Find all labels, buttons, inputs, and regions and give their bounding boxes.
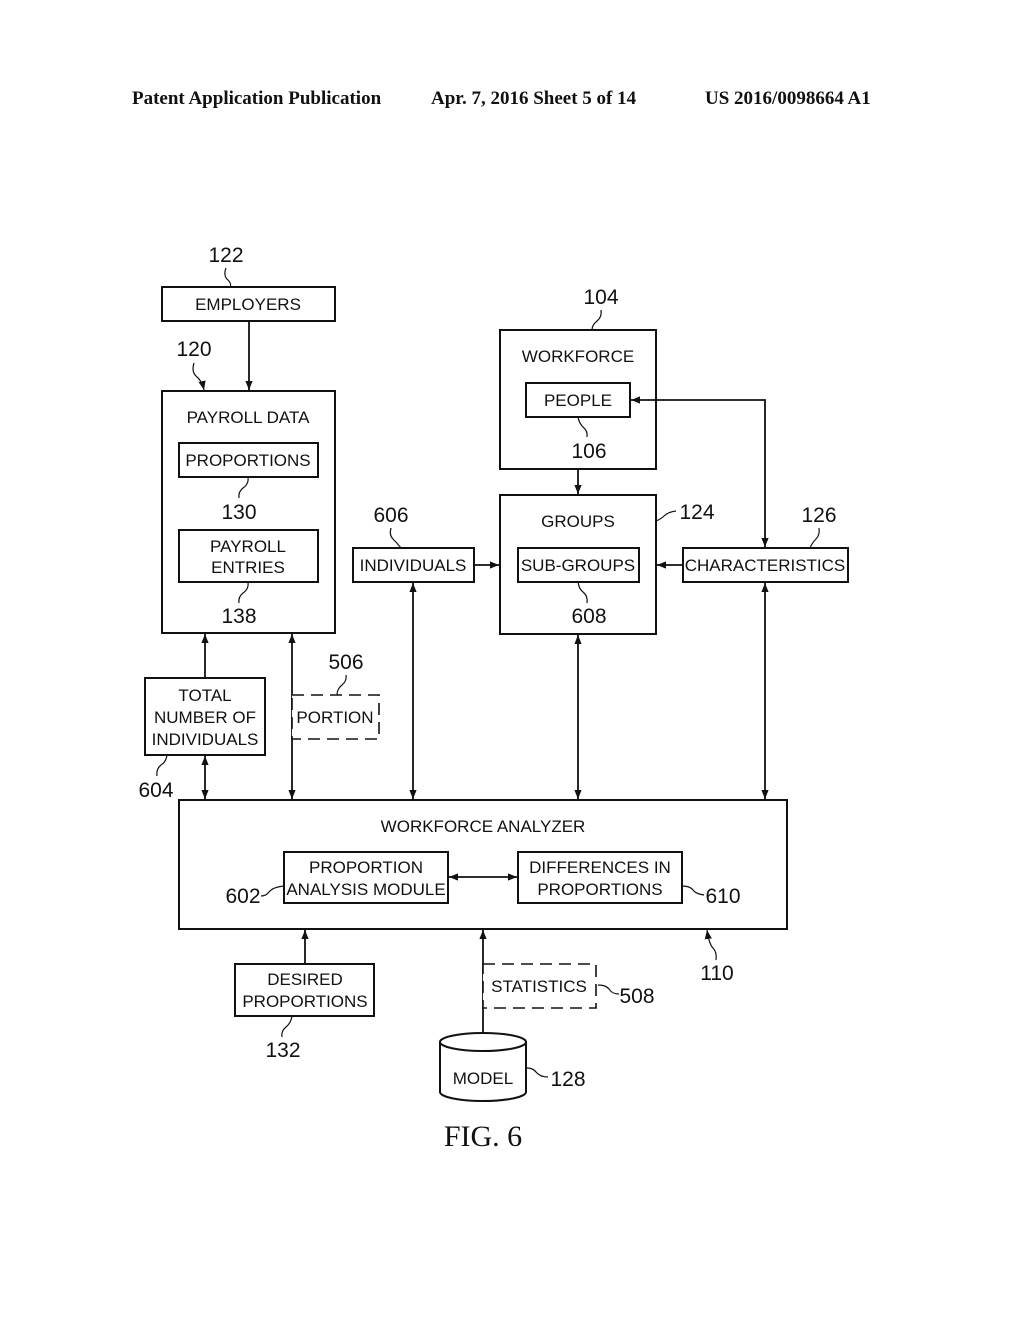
people-ref: 106 — [571, 440, 606, 463]
desired-proportions-label-2: PROPORTIONS — [242, 992, 367, 1011]
payroll-entries-label-1: PAYROLL — [210, 537, 286, 556]
differences-label-2: PROPORTIONS — [537, 880, 662, 899]
model-database: MODEL 128 — [439, 1032, 586, 1102]
workforce-analyzer-label: WORKFORCE ANALYZER — [381, 817, 586, 836]
proportion-analysis-ref: 602 — [225, 885, 260, 908]
differences-label-1: DIFFERENCES IN — [529, 858, 671, 877]
total-individuals-label-2: NUMBER OF — [154, 708, 256, 727]
statistics-ref: 508 — [619, 985, 654, 1008]
desired-proportions-block: DESIRED PROPORTIONS 132 — [234, 963, 375, 1062]
workforce-block: WORKFORCE 104 PEOPLE 106 — [499, 286, 657, 470]
payroll-entries-label-2: ENTRIES — [211, 558, 285, 577]
desired-proportions-label-1: DESIRED — [267, 970, 343, 989]
characteristics-label: CHARACTERISTICS — [685, 556, 846, 575]
workforce-analyzer-ref: 110 — [700, 962, 733, 985]
workforce-ref: 104 — [583, 286, 618, 309]
individuals-ref: 606 — [373, 504, 408, 527]
portion-block: PORTION 506 — [291, 651, 380, 740]
individuals-block: INDIVIDUALS 606 — [352, 504, 475, 583]
sub-groups-ref: 608 — [571, 605, 606, 628]
people-label: PEOPLE — [544, 391, 612, 410]
individuals-label: INDIVIDUALS — [360, 556, 467, 575]
total-individuals-block: TOTAL NUMBER OF INDIVIDUALS 604 — [138, 677, 266, 802]
proportion-analysis-label-2: ANALYSIS MODULE — [286, 880, 445, 899]
total-individuals-label-3: INDIVIDUALS — [152, 730, 259, 749]
statistics-label: STATISTICS — [491, 977, 587, 996]
statistics-block: STATISTICS 508 — [482, 963, 655, 1009]
differences-ref: 610 — [705, 885, 740, 908]
payroll-data-ref: 120 — [176, 338, 211, 361]
proportion-analysis-label-1: PROPORTION — [309, 858, 423, 877]
total-individuals-ref: 604 — [138, 779, 173, 802]
portion-ref: 506 — [328, 651, 363, 674]
workforce-label: WORKFORCE — [522, 347, 634, 366]
employers-block: EMPLOYERS 122 — [161, 244, 336, 322]
total-individuals-label-1: TOTAL — [178, 686, 231, 705]
portion-label: PORTION — [296, 708, 373, 727]
employers-label: EMPLOYERS — [195, 295, 301, 314]
model-ref: 128 — [550, 1068, 585, 1091]
proportions-label: PROPORTIONS — [185, 451, 310, 470]
payroll-entries-ref: 138 — [221, 605, 256, 628]
figure-caption: FIG. 6 — [444, 1120, 522, 1153]
model-label: MODEL — [453, 1069, 513, 1088]
proportions-ref: 130 — [221, 501, 256, 524]
desired-proportions-ref: 132 — [265, 1039, 300, 1062]
sub-groups-label: SUB-GROUPS — [521, 556, 635, 575]
payroll-data-label: PAYROLL DATA — [187, 408, 310, 427]
block-diagram: EMPLOYERS 122 PAYROLL DATA 120 PROPORTIO… — [138, 244, 849, 1153]
characteristics-ref: 126 — [801, 504, 836, 527]
groups-label: GROUPS — [541, 512, 615, 531]
employers-ref: 122 — [208, 244, 243, 267]
groups-ref: 124 — [679, 501, 714, 524]
